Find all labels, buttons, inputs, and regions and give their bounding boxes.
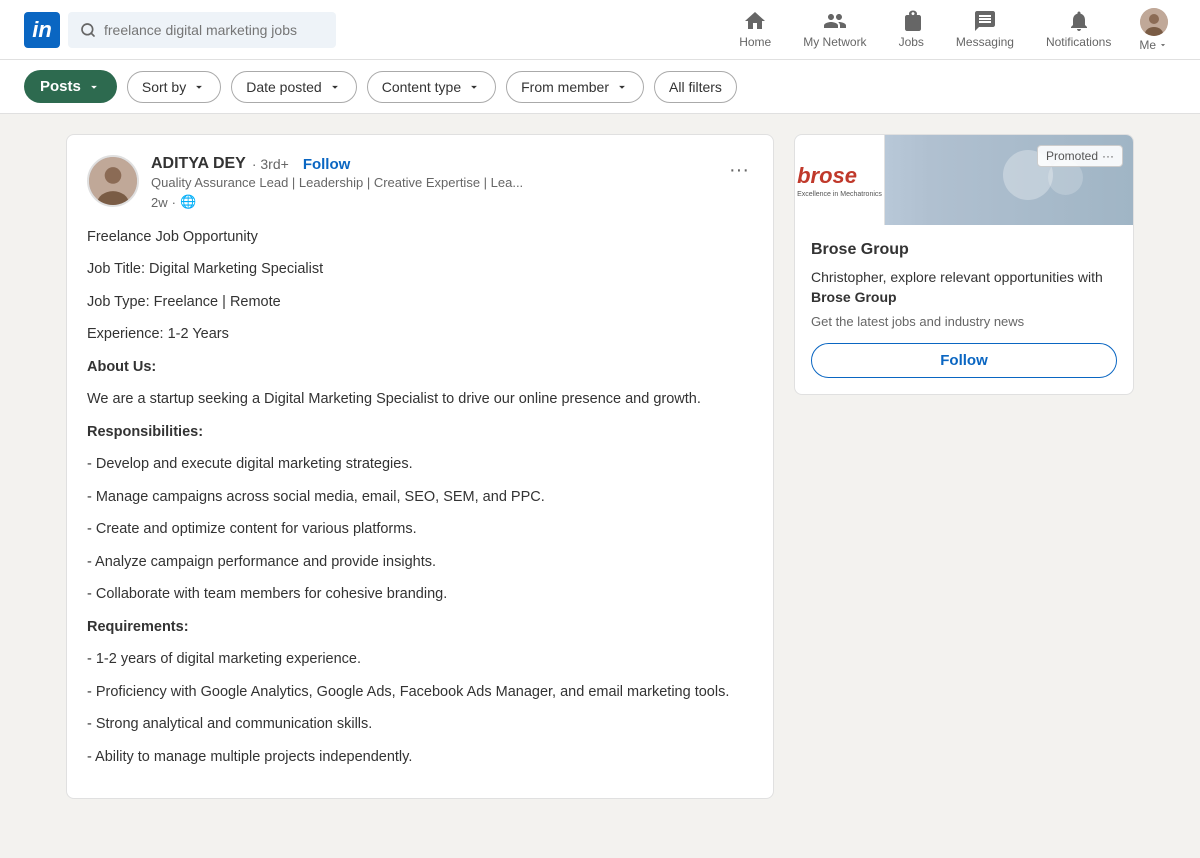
nav-me-label: Me: [1139, 38, 1156, 52]
chevron-down-icon: [615, 80, 629, 94]
promoted-badge: Promoted ···: [1037, 145, 1123, 167]
home-icon: [743, 9, 767, 33]
list-item: - Create and optimize content for variou…: [87, 518, 753, 540]
post-content: Freelance Job Opportunity Job Title: Dig…: [87, 226, 753, 768]
navbar: in Home My Network Jobs: [0, 0, 1200, 60]
nav-me[interactable]: Me: [1131, 0, 1176, 60]
job-title-line: Job Title: Digital Marketing Specialist: [87, 258, 753, 280]
nav-messaging[interactable]: Messaging: [944, 0, 1026, 60]
promoted-dots: ···: [1102, 149, 1114, 163]
jobs-icon: [899, 9, 923, 33]
list-item: - 1-2 years of digital marketing experie…: [87, 648, 753, 670]
responsibilities-heading: Responsibilities:: [87, 424, 203, 440]
sort-by-filter-button[interactable]: Sort by: [127, 71, 221, 103]
promoted-label: Promoted: [1046, 149, 1098, 163]
nav-notifications[interactable]: Notifications: [1034, 0, 1123, 60]
promo-company-name: Brose Group: [811, 241, 1117, 259]
post-follow-button[interactable]: Follow: [303, 156, 351, 173]
from-member-filter-button[interactable]: From member: [506, 71, 644, 103]
author-degree: · 3rd+: [252, 156, 289, 172]
nav-notifications-label: Notifications: [1046, 35, 1111, 49]
post-time: 2w: [151, 195, 168, 210]
chevron-down-icon: [192, 80, 206, 94]
filter-bar: Posts Sort by Date posted Content type F…: [0, 60, 1200, 114]
promo-description: Christopher, explore relevant opportunit…: [811, 267, 1117, 308]
list-item: - Analyze campaign performance and provi…: [87, 551, 753, 573]
post-meta: 2w · 🌐: [151, 194, 523, 210]
nav-my-network-label: My Network: [803, 35, 866, 49]
globe-icon: 🌐: [180, 194, 196, 210]
list-item: - Ability to manage multiple projects in…: [87, 746, 753, 768]
author-avatar: [87, 155, 139, 207]
brose-logo-text: brose: [797, 163, 882, 189]
avatar: [1140, 8, 1168, 36]
list-item: - Strong analytical and communication sk…: [87, 713, 753, 735]
about-heading: About Us:: [87, 359, 156, 375]
nav-home[interactable]: Home: [727, 0, 783, 60]
content-type-filter-button[interactable]: Content type: [367, 71, 496, 103]
brose-sub-text: Excellence in Mechatronics: [797, 191, 882, 198]
posts-filter-button[interactable]: Posts: [24, 70, 117, 103]
responsibilities-list: - Develop and execute digital marketing …: [87, 453, 753, 605]
nav-jobs-label: Jobs: [899, 35, 924, 49]
chevron-down-icon: [467, 80, 481, 94]
nav-my-network[interactable]: My Network: [791, 0, 878, 60]
search-bar[interactable]: [68, 12, 336, 48]
all-filters-button[interactable]: All filters: [654, 71, 737, 103]
author-details: ADITYA DEY · 3rd+ Follow Quality Assuran…: [151, 155, 523, 210]
post-options-button[interactable]: ···: [725, 155, 753, 186]
list-item: - Manage campaigns across social media, …: [87, 486, 753, 508]
sidebar-card: brose Excellence in Mechatronics Promote…: [794, 134, 1134, 799]
promo-cta: Get the latest jobs and industry news: [811, 314, 1117, 329]
job-type-line: Job Type: Freelance | Remote: [87, 291, 753, 313]
promo-card: brose Excellence in Mechatronics Promote…: [794, 134, 1134, 395]
bell-icon: [1067, 9, 1091, 33]
network-icon: [823, 9, 847, 33]
chevron-down-icon: [87, 80, 101, 94]
experience-line: Experience: 1-2 Years: [87, 323, 753, 345]
list-item: - Proficiency with Google Analytics, Goo…: [87, 681, 753, 703]
job-opportunity: Freelance Job Opportunity: [87, 226, 753, 248]
promo-body: Brose Group Christopher, explore relevan…: [795, 225, 1133, 394]
messaging-icon: [973, 9, 997, 33]
promo-follow-button[interactable]: Follow: [811, 343, 1117, 378]
post-author-info: ADITYA DEY · 3rd+ Follow Quality Assuran…: [87, 155, 523, 210]
chevron-down-icon: [328, 80, 342, 94]
chevron-down-icon: [1158, 40, 1168, 50]
list-item: - Develop and execute digital marketing …: [87, 453, 753, 475]
list-item: - Collaborate with team members for cohe…: [87, 583, 753, 605]
date-posted-filter-button[interactable]: Date posted: [231, 71, 357, 103]
about-text: We are a startup seeking a Digital Marke…: [87, 388, 753, 410]
post-header: ADITYA DEY · 3rd+ Follow Quality Assuran…: [87, 155, 753, 210]
promo-bold-name: Brose Group: [811, 289, 897, 305]
nav-messaging-label: Messaging: [956, 35, 1014, 49]
nav-home-label: Home: [739, 35, 771, 49]
linkedin-logo[interactable]: in: [24, 12, 60, 48]
author-title: Quality Assurance Lead | Leadership | Cr…: [151, 175, 523, 190]
author-name-row: ADITYA DEY · 3rd+ Follow: [151, 155, 523, 173]
requirements-list: - 1-2 years of digital marketing experie…: [87, 648, 753, 768]
author-name: ADITYA DEY: [151, 155, 246, 173]
company-logo: brose Excellence in Mechatronics: [795, 135, 885, 225]
nav-jobs[interactable]: Jobs: [887, 0, 936, 60]
requirements-heading: Requirements:: [87, 619, 189, 635]
search-input[interactable]: [104, 22, 324, 38]
nav-items: Home My Network Jobs Messaging: [727, 0, 1176, 60]
search-icon: [80, 22, 96, 38]
promo-header: brose Excellence in Mechatronics Promote…: [795, 135, 1133, 225]
post-card: ADITYA DEY · 3rd+ Follow Quality Assuran…: [66, 134, 774, 799]
main-content: ADITYA DEY · 3rd+ Follow Quality Assuran…: [50, 114, 1150, 819]
